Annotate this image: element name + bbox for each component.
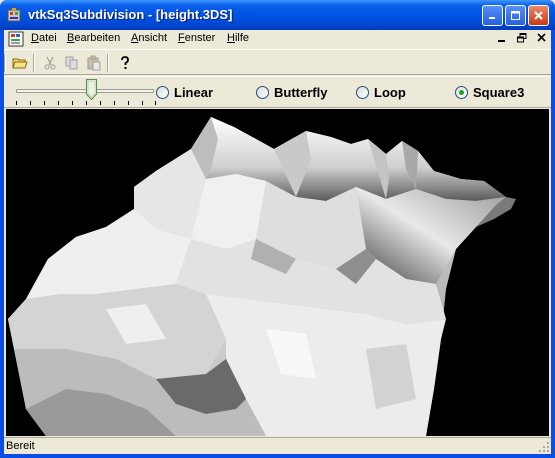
close-icon [537, 33, 546, 42]
menu-datei[interactable]: Datei [31, 32, 57, 44]
title-bar[interactable]: vtkSq3Subdivision - [height.3DS] [0, 0, 555, 30]
paste-button[interactable] [84, 53, 104, 73]
radio-label: Square3 [473, 85, 525, 100]
cut-button[interactable] [40, 53, 60, 73]
vtk-app-icon [7, 8, 21, 22]
radio-label: Butterfly [274, 85, 328, 100]
status-bar: Bereit [4, 437, 551, 454]
toolbar [4, 49, 551, 75]
menu-bearbeiten[interactable]: Bearbeiten [67, 32, 120, 44]
copy-icon [65, 56, 78, 70]
maximize-icon [511, 11, 520, 20]
close-button[interactable] [528, 5, 549, 26]
toolbar-separator [33, 54, 35, 72]
radio-indicator[interactable] [256, 86, 269, 99]
document-icon[interactable] [8, 31, 24, 47]
toolbar-grip [4, 54, 6, 72]
menu-hilfe[interactable]: Hilfe [227, 32, 249, 44]
help-icon [121, 56, 129, 69]
restore-icon [517, 33, 527, 43]
copy-button[interactable] [62, 53, 82, 73]
menu-ansicht[interactable]: Ansicht [131, 32, 167, 44]
cut-icon [44, 56, 56, 70]
subdivision-slider-track[interactable] [16, 89, 154, 93]
radio-label: Linear [174, 85, 214, 100]
help-button[interactable] [115, 53, 135, 73]
paste-icon [87, 55, 101, 71]
radio-label: Loop [374, 85, 406, 100]
subdivision-slider-thumb[interactable] [86, 79, 98, 100]
menu-bar: Datei Bearbeiten Ansicht Fenster Hilfe [4, 30, 551, 48]
radio-butterfly[interactable]: Butterfly [256, 85, 327, 100]
minimize-button[interactable] [482, 5, 503, 26]
mdi-minimize-button[interactable] [495, 31, 509, 45]
window-title: vtkSq3Subdivision - [height.3DS] [28, 7, 233, 22]
toolbar-separator [107, 54, 109, 72]
radio-square3[interactable]: Square3 [455, 85, 524, 100]
maximize-button[interactable] [505, 5, 526, 26]
slider-ticks [16, 101, 156, 105]
open-button[interactable] [10, 53, 30, 73]
app-window: vtkSq3Subdivision - [height.3DS] Datei B… [0, 0, 555, 458]
open-folder-icon [12, 58, 28, 69]
minimize-icon [498, 40, 505, 42]
client-area: Datei Bearbeiten Ansicht Fenster Hilfe L… [4, 30, 551, 454]
render-viewport[interactable] [6, 109, 549, 436]
subdivision-controls: Linear Butterfly Loop Square3 [4, 76, 551, 108]
radio-loop[interactable]: Loop [356, 85, 406, 100]
resize-grip-icon[interactable] [538, 441, 550, 453]
radio-indicator[interactable] [455, 86, 468, 99]
minimize-icon [489, 17, 495, 19]
mdi-restore-button[interactable] [515, 31, 529, 45]
radio-indicator[interactable] [356, 86, 369, 99]
status-text: Bereit [6, 440, 35, 452]
radio-indicator[interactable] [156, 86, 169, 99]
close-icon [534, 11, 543, 20]
subdivided-surface-render [8, 117, 516, 436]
menu-fenster[interactable]: Fenster [178, 32, 215, 44]
mdi-close-button[interactable] [535, 31, 549, 45]
radio-linear[interactable]: Linear [156, 85, 213, 100]
